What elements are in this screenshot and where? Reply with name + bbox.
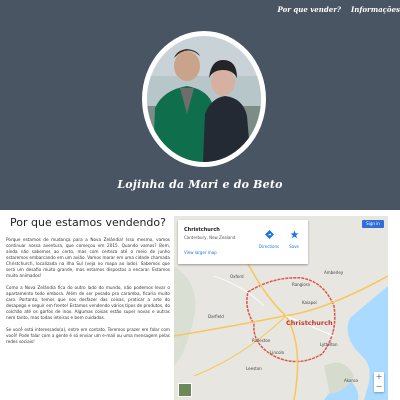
paragraph-selling: Como a Nova Zelândia fica do outro lado … bbox=[6, 285, 170, 320]
map-town-label: Lyttelton bbox=[320, 342, 338, 347]
map-town-label: Darfield bbox=[208, 314, 224, 319]
map-town-label: Amberley bbox=[324, 270, 344, 275]
star-icon bbox=[289, 230, 299, 239]
directions-icon bbox=[264, 230, 274, 239]
header-banner: Por que vender? Informações Lojinha da M… bbox=[0, 0, 400, 210]
map-town-label: Lincoln bbox=[270, 350, 285, 355]
section-heading: Por que estamos vendendo? bbox=[10, 216, 166, 229]
embedded-map[interactable]: Christchurch Canterbury, New Zealand Vie… bbox=[174, 216, 388, 400]
map-info-card: Christchurch Canterbury, New Zealand Vie… bbox=[178, 220, 308, 264]
paragraph-moving: Porque estamos de mudança para a Nova Ze… bbox=[6, 237, 170, 278]
map-city-label: Christchurch bbox=[286, 319, 333, 327]
nav-link-info[interactable]: Informações bbox=[351, 5, 400, 14]
map-town-label: Leeston bbox=[246, 366, 262, 371]
top-nav: Por que vender? Informações bbox=[278, 5, 400, 14]
site-title: Lojinha da Mari e do Beto bbox=[117, 178, 283, 191]
save-button[interactable]: Save bbox=[284, 224, 304, 249]
map-place-region: Canterbury, New Zealand bbox=[184, 235, 236, 240]
map-town-label: Kaiapoi bbox=[302, 300, 317, 305]
map-town-label: Rolleston bbox=[252, 338, 271, 343]
profile-photo bbox=[142, 31, 266, 167]
zoom-control[interactable]: + − bbox=[374, 372, 384, 392]
directions-button[interactable]: Directions bbox=[258, 224, 280, 249]
map-town-label: Akaroa bbox=[344, 378, 358, 383]
view-larger-map-link[interactable]: View larger map bbox=[184, 250, 217, 255]
sign-in-button[interactable]: Sign in bbox=[362, 220, 384, 228]
paragraph-contact: Se você está interessado(a), entre em co… bbox=[6, 327, 170, 344]
map-town-label: Oxford bbox=[230, 274, 244, 279]
directions-label: Directions bbox=[258, 244, 280, 249]
nav-link-why-sell[interactable]: Por que vender? bbox=[278, 5, 342, 14]
save-label: Save bbox=[289, 244, 299, 249]
map-town-label: Rangiora bbox=[292, 282, 310, 287]
map-place-name: Christchurch bbox=[184, 227, 220, 233]
main-content: Por que estamos vendendo? Porque estamos… bbox=[6, 216, 170, 351]
satellite-toggle[interactable] bbox=[178, 383, 192, 397]
